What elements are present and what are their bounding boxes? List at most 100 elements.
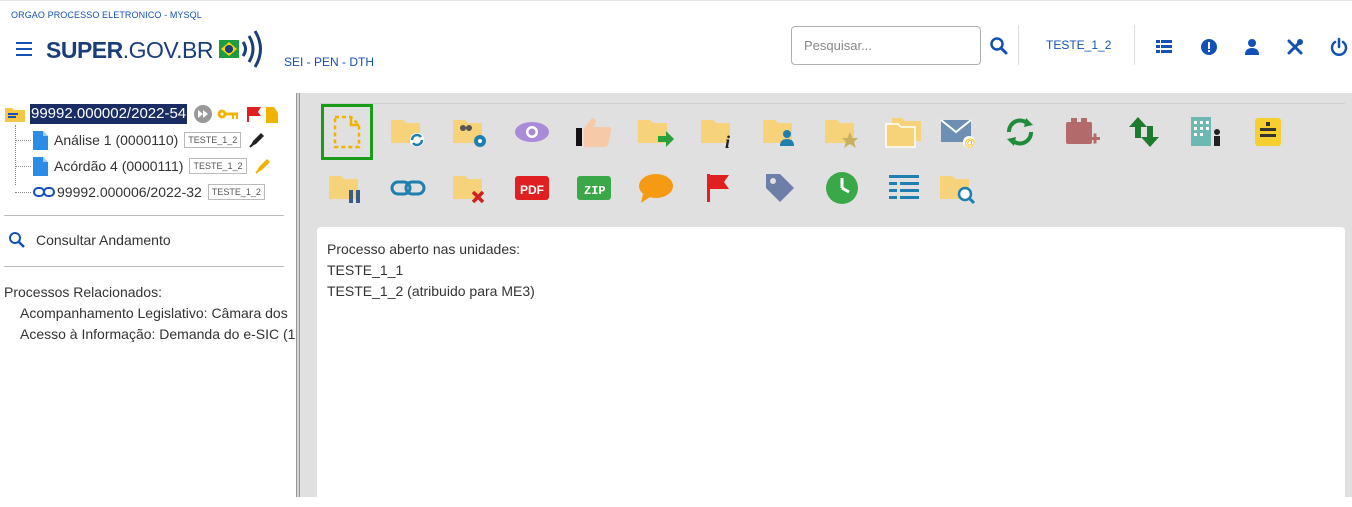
main-panel: i @ PDF ZIP Processo aberto nas unidades… — [300, 93, 1352, 507]
document-icon — [33, 156, 48, 176]
pen-icon[interactable] — [253, 156, 273, 176]
comment-button[interactable] — [633, 165, 679, 211]
note-icon — [1255, 118, 1281, 146]
org-name: ORGAO PROCESSO ELETRONICO - MYSQL — [11, 10, 202, 20]
control-panel-icon[interactable] — [1154, 37, 1174, 57]
refresh-button[interactable] — [997, 109, 1043, 155]
relate-process-button[interactable] — [385, 109, 431, 155]
search-icon — [9, 232, 25, 248]
process-number[interactable]: 99992.000002/2022-54 — [30, 104, 188, 124]
units-heading: Processo aberto nas unidades: — [327, 241, 521, 257]
zip-icon: ZIP — [577, 176, 611, 200]
suspend-button[interactable] — [323, 165, 369, 211]
process-info-button[interactable]: i — [695, 109, 741, 155]
key-icon[interactable] — [217, 107, 239, 121]
tag-button[interactable] — [757, 165, 803, 211]
consultar-andamento-link[interactable]: Consultar Andamento — [8, 231, 171, 249]
pen-icon[interactable] — [247, 130, 267, 150]
link-button[interactable] — [385, 165, 431, 211]
search-icon[interactable] — [989, 36, 1009, 56]
email-button[interactable]: @ — [935, 109, 981, 155]
unit-entry: TESTE_1_1 — [327, 262, 404, 278]
block-add-button[interactable] — [1059, 109, 1105, 155]
unit-tag: TESTE_1_2 — [207, 184, 265, 200]
svg-text:ZIP: ZIP — [584, 184, 606, 198]
email-icon: @ — [940, 119, 976, 149]
block-add-icon — [1066, 118, 1100, 144]
logo-signal-icon — [219, 30, 262, 68]
document-label[interactable]: Acórdão 4 (0000111) — [54, 158, 183, 174]
open-folders-button[interactable] — [881, 109, 927, 155]
close-process-icon — [453, 176, 485, 204]
clock-icon — [826, 172, 858, 204]
svg-text:i: i — [725, 132, 730, 150]
process-units-panel: Processo aberto nas unidades: TESTE_1_1 … — [317, 227, 1345, 507]
unit-entry: TESTE_1_2 (atribuido para ME3) — [327, 283, 535, 299]
send-process-icon — [638, 120, 674, 147]
vote-icon — [576, 118, 612, 147]
unit-selector[interactable]: TESTE_1_2 — [1046, 38, 1111, 52]
flag-icon — [707, 174, 729, 202]
new-document-button[interactable] — [321, 104, 373, 160]
top-bar: ORGAO PROCESSO ELETRONICO - MYSQL SUPER.… — [0, 0, 1352, 93]
logo-text: SUPER.GOV.BR — [46, 36, 214, 63]
close-process-button[interactable] — [447, 165, 493, 211]
pdf-button[interactable]: PDF — [509, 165, 555, 211]
relate-process-icon — [391, 120, 424, 147]
tree-item: 99992.000006/2022-32 TESTE_1_2 — [15, 181, 265, 203]
tag-icon — [766, 174, 794, 202]
folder-open-icon[interactable] — [4, 105, 26, 123]
related-process-item[interactable]: Acesso à Informação: Demanda do e-SIC (1 — [20, 326, 295, 342]
search-input[interactable] — [791, 26, 981, 65]
follow-up-button[interactable] — [819, 109, 865, 155]
link-icon — [33, 187, 55, 197]
related-process-label[interactable]: 99992.000006/2022-32 — [57, 184, 202, 200]
link-icon — [390, 180, 426, 196]
vote-button[interactable] — [571, 109, 617, 155]
tree-item: Análise 1 (0000110) TESTE_1_2 — [15, 129, 267, 151]
transfer-button[interactable] — [1121, 109, 1167, 155]
divider — [4, 266, 284, 267]
consultar-label: Consultar Andamento — [36, 232, 171, 248]
note-button[interactable] — [1245, 109, 1291, 155]
search-folder-button[interactable] — [935, 165, 981, 211]
logo[interactable]: SUPER.GOV.BR — [46, 30, 267, 68]
tag-icon[interactable] — [266, 105, 279, 123]
search-folder-icon — [940, 176, 976, 205]
follow-up-icon — [825, 120, 858, 148]
system-label: SEI - PEN - DTH — [284, 55, 375, 69]
send-process-button[interactable] — [633, 109, 679, 155]
alert-icon[interactable] — [1199, 37, 1219, 57]
clock-button[interactable] — [819, 165, 865, 211]
tree-item: Acórdão 4 (0000111) TESTE_1_2 — [15, 155, 273, 177]
manage-users-icon — [453, 120, 486, 147]
related-process-item[interactable]: Acompanhamento Legislativo: Câmara dos — [20, 305, 288, 321]
open-folders-icon — [885, 118, 921, 148]
view-button[interactable] — [509, 109, 555, 155]
pdf-icon: PDF — [515, 176, 549, 200]
flag-button[interactable] — [695, 165, 741, 211]
organization-button[interactable] — [1183, 109, 1229, 155]
document-icon — [33, 130, 48, 150]
unit-tag: TESTE_1_2 — [189, 158, 247, 174]
manage-users-button[interactable] — [447, 109, 493, 155]
flag-icon[interactable] — [245, 105, 263, 123]
related-title: Processos Relacionados: — [4, 284, 162, 300]
list-icon — [889, 175, 919, 199]
forward-icon[interactable] — [193, 104, 213, 124]
separator — [1134, 25, 1135, 65]
tools-icon[interactable] — [1285, 37, 1305, 57]
logout-icon[interactable] — [1329, 37, 1349, 57]
process-tree-panel: 99992.000002/2022-54 Análise 1 (0000110)… — [0, 93, 296, 497]
separator — [1018, 25, 1019, 65]
assign-user-button[interactable] — [757, 109, 803, 155]
tree-root: 99992.000002/2022-54 — [4, 103, 279, 125]
document-label[interactable]: Análise 1 (0000110) — [54, 132, 178, 148]
zip-button[interactable]: ZIP — [571, 165, 617, 211]
menu-icon[interactable] — [16, 42, 32, 56]
assign-user-icon — [763, 120, 794, 146]
view-icon — [515, 122, 549, 142]
transfer-icon — [1129, 117, 1159, 147]
user-icon[interactable] — [1242, 37, 1262, 57]
list-button[interactable] — [881, 165, 927, 211]
